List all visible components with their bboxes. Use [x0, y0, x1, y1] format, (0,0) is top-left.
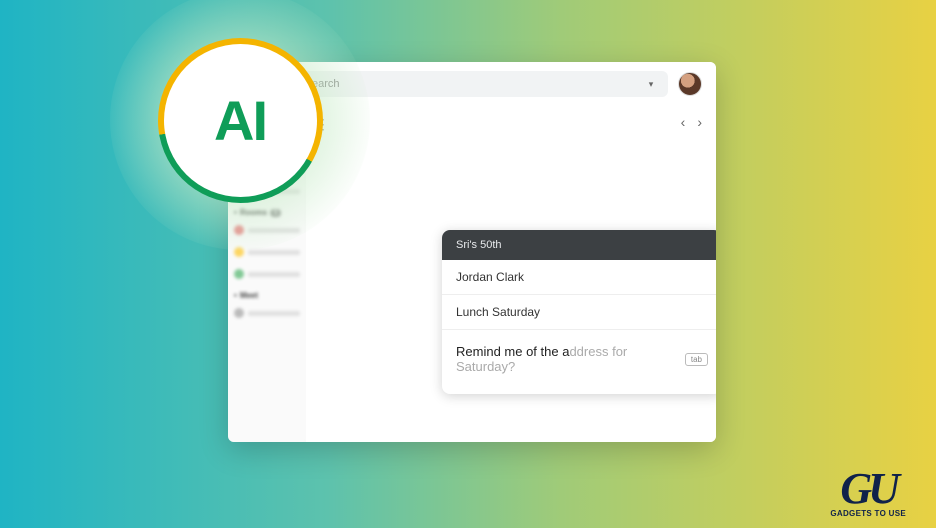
meet-label: Meet [240, 291, 258, 300]
item-label-placeholder [248, 250, 300, 255]
main-content: ⋮ ‹ › Sri's 50th Jordan Clark Lunch Satu… [306, 106, 716, 442]
item-label-placeholder [248, 311, 300, 316]
watermark: GU GADGETS TO USE [830, 469, 906, 518]
sidebar-section-meet[interactable]: • Meet [234, 291, 300, 300]
watermark-logo: GU [830, 469, 906, 509]
status-dot-icon [234, 269, 244, 279]
list-item[interactable] [234, 265, 300, 283]
prev-button[interactable]: ‹ [681, 114, 686, 130]
item-label-placeholder [248, 272, 300, 277]
ai-label: AI [164, 44, 317, 197]
compose-body[interactable]: Remind me of the address for Saturday? t… [442, 330, 716, 394]
nav-arrows: ‹ › [681, 114, 702, 130]
compose-to-field[interactable]: Jordan Clark [442, 260, 716, 295]
compose-title[interactable]: Sri's 50th [442, 230, 716, 260]
video-icon [234, 308, 244, 318]
tab-hint: tab [685, 353, 708, 366]
list-item[interactable] [234, 304, 300, 322]
search-dropdown-icon[interactable]: ▾ [644, 79, 658, 90]
ai-ring-icon: AI [158, 38, 323, 203]
watermark-text: GADGETS TO USE [830, 509, 906, 518]
typed-text: Remind me of the a [456, 344, 569, 359]
ai-badge: AI [110, 0, 370, 250]
compose-subject-field[interactable]: Lunch Saturday [442, 295, 716, 330]
compose-card: Sri's 50th Jordan Clark Lunch Saturday R… [442, 230, 716, 394]
next-button[interactable]: › [697, 114, 702, 130]
avatar[interactable] [678, 72, 702, 96]
